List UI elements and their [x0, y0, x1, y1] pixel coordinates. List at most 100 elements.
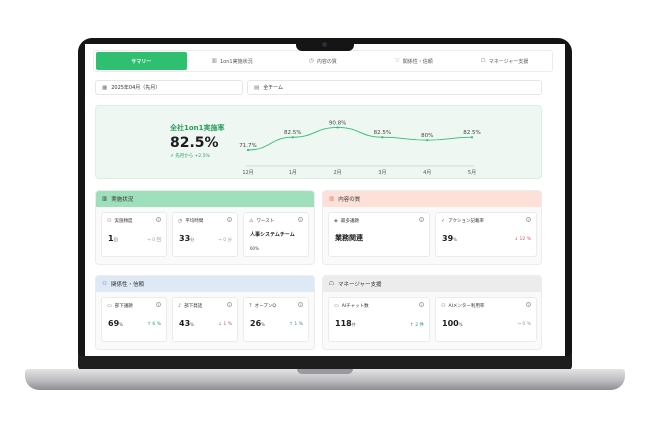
card-action-rate[interactable]: ✓ アクション記載率 i 39% ↓ 12 %	[435, 212, 537, 257]
trend-line	[247, 126, 473, 151]
company-implementation-rate-panel: 全社1on1実施率 82.5% ↗ 先月から +2.5% 71.7% 12月 82.…	[95, 105, 542, 179]
robot-icon: ☖	[329, 281, 334, 287]
data-point	[336, 126, 339, 129]
info-icon[interactable]: i	[419, 217, 424, 222]
card-label: 平均時間	[185, 219, 204, 224]
info-icon[interactable]: i	[298, 217, 303, 222]
x-tick-label: 5月	[468, 170, 476, 176]
card-ai-mentor-usage[interactable]: ⚇ AIメンター利用率 i 100% → 0 %	[435, 297, 537, 342]
card-subordinate-topics[interactable]: ▭ 部下議題 i 69% ↑ 6 %	[101, 297, 167, 342]
team-value: 全チーム	[263, 85, 284, 91]
card-ai-chat-count[interactable]: ▭ AIチャット数 i 118件 ↑ 2 件	[328, 297, 430, 342]
x-tick-label: 12月	[242, 170, 253, 176]
info-icon[interactable]: i	[526, 217, 531, 222]
section-header: ▥ 内容の質	[323, 191, 541, 207]
section-title: 関係性・信頼	[110, 282, 144, 288]
info-icon[interactable]: i	[227, 302, 232, 307]
section-header: ⚇ 関係性・信頼	[96, 276, 314, 292]
camera-notch	[296, 38, 354, 51]
hero-delta: ↗ 先月から +2.5%	[170, 154, 210, 159]
tab-manager-support[interactable]: ☖ マネージャー支援	[459, 52, 550, 70]
tab-implementation[interactable]: ▥ 1on1実施状況	[187, 52, 278, 70]
data-label: 80%	[421, 133, 433, 139]
section-quality: ▥ 内容の質 ◈ 最多議題 i 業務関連 ✓ アクション記載率 i 39% ↓ 12…	[322, 190, 542, 265]
users-icon: ⚇	[441, 303, 446, 309]
card-label: AIチャット数	[341, 304, 369, 309]
tab-summary[interactable]: サマリー	[96, 52, 187, 70]
period-select[interactable]: ▦ 2025年04月（先月）	[95, 80, 243, 95]
base-notch	[297, 369, 353, 374]
section-header: ▥ 実施状況	[96, 191, 314, 207]
x-tick-label: 3月	[378, 170, 386, 176]
tab-relationship[interactable]: ♡ 関係性・信頼	[368, 52, 459, 70]
team-select[interactable]: ▤ 全チーム	[247, 80, 542, 95]
tab-label: マネージャー支援	[488, 58, 529, 65]
card-top-topic[interactable]: ◈ 最多議題 i 業務関連	[328, 212, 430, 257]
info-icon[interactable]: i	[227, 217, 232, 222]
tab-bar: サマリー ▥ 1on1実施状況 ◷ 内容の質 ♡ 関係性・信頼 ☖ マネージャー支援	[93, 50, 553, 72]
card-delta: → 0 回	[147, 238, 161, 243]
x-tick-label: 1月	[289, 170, 297, 176]
hero-value: 82.5%	[170, 135, 219, 151]
section-relationship: ⚇ 関係性・信頼 ▭ 部下議題 i 69% ↑ 6 % ♪ 部下発話 i 43% ↓…	[95, 275, 315, 350]
card-value: 100%	[442, 319, 463, 328]
worst-team-rate: 60%	[250, 246, 259, 251]
x-tick-label: 2月	[334, 170, 342, 176]
card-frequency[interactable]: ⚇ 実施頻度 i 1回 → 0 回	[101, 212, 167, 257]
card-label: 最多議題	[340, 219, 359, 224]
tab-label: 1on1実施状況	[220, 58, 253, 65]
data-point	[470, 136, 474, 139]
check-icon: ✓	[441, 218, 446, 224]
card-label: オープンQ	[254, 304, 276, 309]
card-worst-team[interactable]: ⚠ ワースト i 人事システムチーム 60%	[243, 212, 309, 257]
info-icon[interactable]: i	[526, 302, 531, 307]
section-implementation: ▥ 実施状況 ⚇ 実施頻度 i 1回 → 0 回 ◷ 平均時間 i 33分 → 0 …	[95, 190, 315, 265]
data-point	[426, 139, 429, 142]
card-average-time[interactable]: ◷ 平均時間 i 33分 → 0 分	[172, 212, 238, 257]
warning-icon: ⚠	[249, 218, 254, 224]
card-open-questions[interactable]: ? オープンQ i 26% ↑ 1 %	[243, 297, 309, 342]
heart-handshake-icon: ♡	[394, 58, 400, 64]
info-icon[interactable]: i	[298, 302, 303, 307]
calendar-icon: ▦	[102, 84, 108, 91]
microphone-icon: ♪	[178, 303, 182, 309]
top-topic-value: 業務関連	[335, 234, 363, 242]
section-title: 内容の質	[338, 197, 361, 203]
card-value: 26%	[250, 319, 265, 328]
question-icon: ?	[249, 303, 252, 309]
info-icon[interactable]: i	[156, 302, 161, 307]
camera-icon	[322, 42, 327, 47]
dashboard-screen: サマリー ▥ 1on1実施状況 ◷ 内容の質 ♡ 関係性・信頼 ☖ マネージャー支援 ▦…	[85, 44, 565, 356]
card-delta: ↑ 6 %	[147, 322, 161, 327]
info-icon[interactable]: i	[156, 217, 161, 222]
tab-label: 関係性・信頼	[402, 58, 433, 65]
card-delta: ↑ 2 件	[410, 323, 424, 328]
bar-chart-icon: ▥	[329, 196, 335, 202]
card-subordinate-speech[interactable]: ♪ 部下発話 i 43% ↓ 1 %	[172, 297, 238, 342]
card-value: 69%	[108, 319, 123, 328]
tab-quality[interactable]: ◷ 内容の質	[278, 52, 369, 70]
data-label: 90.8%	[329, 120, 346, 126]
section-manager-support: ☖ マネージャー支援 ▭ AIチャット数 i 118件 ↑ 2 件 ⚇ AIメンター…	[322, 275, 542, 350]
info-icon[interactable]: i	[419, 302, 424, 307]
card-delta: ↑ 1 %	[289, 322, 303, 327]
card-value: 39%	[442, 234, 457, 243]
data-label: 82.5%	[284, 130, 301, 136]
implementation-trend-chart: 71.7% 12月 82.5% 1月 90.8% 2月 82.5% 3月 80% 4月 82.5% 5…	[239, 120, 480, 176]
hero-title: 全社1on1実施率	[170, 124, 225, 132]
card-label: ワースト	[256, 219, 275, 224]
card-value: 43%	[179, 319, 194, 328]
users-icon: ⚇	[102, 281, 107, 287]
card-value: 118件	[335, 319, 356, 328]
card-delta: → 0 分	[218, 238, 232, 243]
clock-icon: ◷	[178, 218, 183, 224]
section-title: マネージャー支援	[337, 282, 382, 288]
data-label: 82.5%	[463, 130, 480, 136]
robot-icon: ☖	[480, 58, 486, 64]
users-icon: ⚇	[107, 218, 112, 224]
card-delta: ↓ 1 %	[218, 322, 232, 327]
laptop-base	[25, 369, 625, 390]
clock-icon: ◷	[309, 58, 314, 64]
chat-icon: ▭	[107, 303, 112, 309]
card-delta: ↓ 12 %	[514, 237, 531, 242]
